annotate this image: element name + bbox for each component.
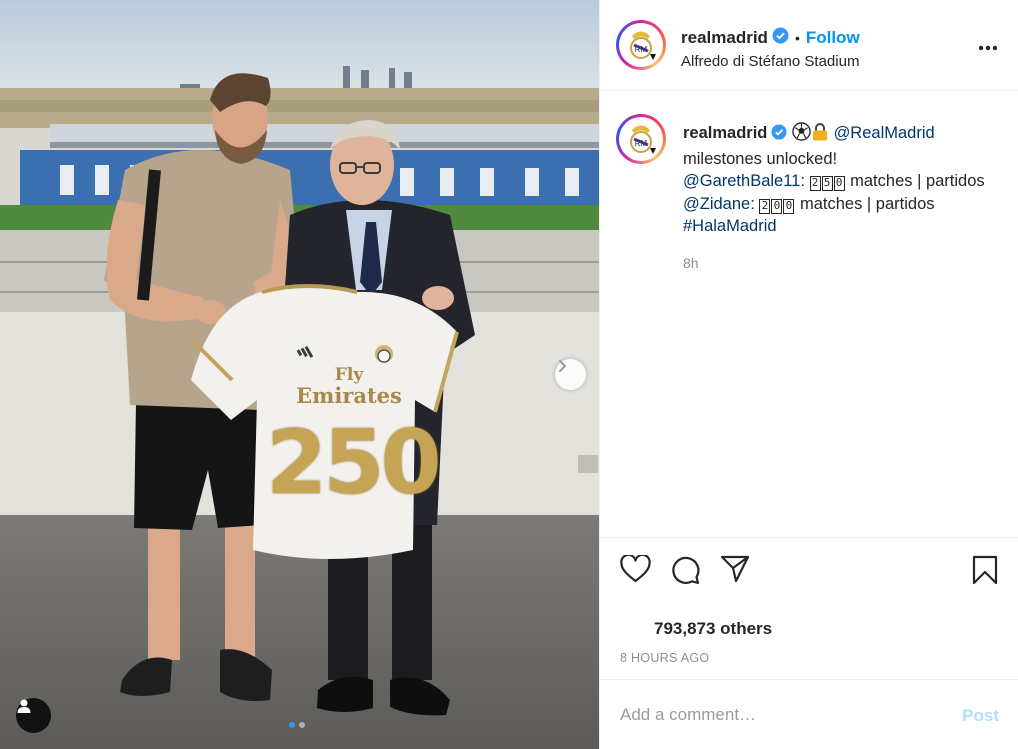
keycap-digit: 5 [821,176,833,191]
follow-button[interactable]: Follow [806,28,860,48]
action-bar [600,537,1018,601]
crest-icon: RM [630,31,656,60]
caption-line-milestones: milestones unlocked! [683,149,838,168]
verified-badge-icon [772,27,789,49]
lock-icon [811,122,829,148]
post-comment-button[interactable]: Post [962,706,999,726]
comment-bar: Post [600,679,1018,749]
caption-colon: : [800,172,805,190]
caption-bale-text: matches | partidos [850,172,985,190]
bookmark-icon[interactable] [972,555,998,590]
caption-colon: : [750,194,755,213]
location-link[interactable]: Alfredo di Stéfano Stadium [681,53,860,70]
carousel-next-button[interactable] [555,359,586,390]
comment-icon[interactable] [670,555,700,590]
keycap-digit: 0 [783,198,795,214]
caption-avatar[interactable]: RM [616,114,666,164]
header-separator: • [794,30,800,46]
crest-icon: RM [630,125,656,154]
soccer-ball-icon [792,122,811,148]
jersey-sponsor: Fly Emirates [290,366,408,408]
likes-count[interactable]: 793,873 others [654,619,772,639]
user-tag-icon [17,699,31,713]
svg-text:RM: RM [635,45,648,54]
keycap-digit: 2 [809,176,821,191]
hashtag-halamadrid[interactable]: #HalaMadrid [683,217,777,235]
more-options-icon[interactable] [978,38,998,56]
caption-zidane-text: matches | partidos [799,194,935,213]
carousel-indicator [289,722,305,728]
mention-zidane[interactable]: @Zidane [683,195,750,213]
tagged-users-button[interactable] [16,698,51,733]
caption-username[interactable]: realmadrid [683,124,767,142]
carousel-dot [299,722,305,728]
jersey-number: 250 [266,411,442,514]
mention-realmadrid[interactable]: @RealMadrid [834,124,935,142]
keycap-digit: 2 [759,198,771,214]
share-icon[interactable] [720,555,750,588]
post-panel: RM realmadrid • Follow Alfredo di Stéfan… [599,0,1018,749]
heart-icon[interactable] [620,553,651,588]
verified-badge-icon [771,124,787,147]
account-username[interactable]: realmadrid [681,28,768,48]
post-header: RM realmadrid • Follow Alfredo di Stéfan… [600,0,1018,91]
carousel-dot-active [289,722,295,728]
caption-age[interactable]: 8h [683,252,1003,275]
keycap-digit: 0 [833,176,845,191]
svg-text:RM: RM [635,139,648,148]
avatar[interactable]: RM [616,20,666,70]
comment-input[interactable] [620,705,940,725]
jersey-sponsor-line1: Fly [334,365,364,385]
chevron-right-icon [559,360,566,372]
keycap-digit: 0 [771,198,783,214]
mention-garethbale[interactable]: @GarethBale11 [683,172,800,190]
jersey-sponsor-line2: Emirates [296,383,402,408]
caption-text: realmadrid @RealMadrid milestones unlock… [683,122,1003,274]
post-photo[interactable]: Fly Emirates 250 [0,0,599,749]
post-timestamp[interactable]: 8 HOURS AGO [620,651,709,665]
